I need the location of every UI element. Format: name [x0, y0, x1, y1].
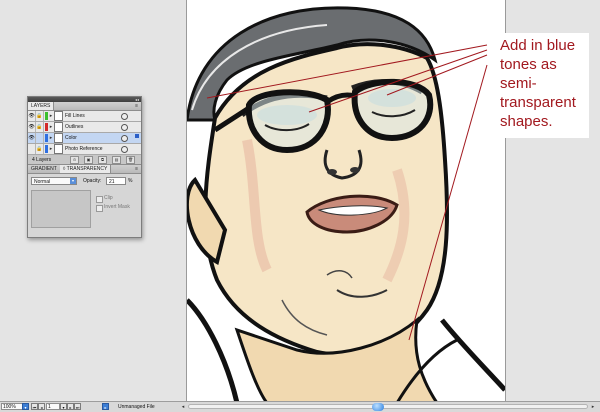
layer-name: Outlines [65, 124, 84, 130]
tab-layers[interactable]: LAYERS [28, 102, 55, 110]
layer-row[interactable]: 👁 🔒 ▸ Outlines [28, 122, 141, 133]
clip-checkbox[interactable] [96, 196, 103, 203]
zoom-field[interactable]: 100% [1, 403, 23, 410]
layers-transparency-panel[interactable]: ◂◂ LAYERS ≡ 👁 🔒 ▸ Fill Lines 👁 🔒 ▸ Outlines 👁 ▸ Co… [27, 96, 142, 238]
horizontal-scrollbar[interactable] [188, 404, 588, 409]
annotation-callout: Add in blue tones as semi-transparent sh… [496, 33, 589, 138]
previous-artboard-icon[interactable]: ◂ [38, 403, 45, 410]
lock-icon[interactable] [36, 133, 44, 143]
delete-layer-icon[interactable]: 🗑 [126, 156, 135, 164]
zoom-dropdown-icon[interactable]: ▾ [22, 403, 29, 410]
face-illustration [187, 6, 505, 403]
opacity-label: Opacity: [83, 178, 102, 184]
visibility-eye-icon[interactable] [28, 144, 36, 154]
lock-icon[interactable]: 🔒 [36, 111, 44, 121]
last-artboard-icon[interactable]: ⏭ [74, 403, 81, 410]
artboard-number-field[interactable]: 1 [46, 403, 60, 410]
tab-gradient[interactable]: GRADIENT [28, 165, 60, 173]
target-circle-icon[interactable] [121, 135, 128, 142]
layer-name: Fill Lines [65, 113, 85, 119]
first-artboard-icon[interactable]: ⏮ [31, 403, 38, 410]
layer-name: Color [65, 135, 77, 141]
clip-label: Clip [104, 195, 113, 201]
transparency-body: Normal ▾ Opacity: 21 % Clip Invert Mask [28, 174, 141, 240]
layer-row[interactable]: 🔒 ▸ Photo Reference [28, 144, 141, 155]
layer-row[interactable]: 👁 ▸ Color [28, 133, 141, 144]
chevron-down-icon[interactable]: ▾ [70, 178, 76, 184]
next-artboard-icon[interactable]: ▸ [67, 403, 74, 410]
layers-footer: 4 Layers ⊙ ▣ ⧉ ▤ 🗑 [28, 155, 141, 165]
scrollbar-thumb[interactable] [372, 403, 384, 411]
new-layer-icon[interactable]: ▤ [112, 156, 121, 164]
transparency-menu-icon[interactable]: ≡ [135, 165, 138, 173]
make-clipping-mask-icon[interactable]: ▣ [84, 156, 93, 164]
visibility-eye-icon[interactable]: 👁 [28, 111, 36, 121]
layer-thumbnail [54, 122, 63, 132]
lock-icon[interactable]: 🔒 [36, 144, 44, 154]
visibility-eye-icon[interactable]: 👁 [28, 133, 36, 143]
new-sublayer-icon[interactable]: ⧉ [98, 156, 107, 164]
scroll-left-icon[interactable]: ◂ [180, 404, 186, 410]
layer-row[interactable]: 👁 🔒 ▸ Fill Lines [28, 111, 141, 122]
blend-mode-value: Normal [34, 179, 51, 185]
artboard[interactable] [186, 0, 506, 403]
tab-transparency[interactable]: ◊ TRANSPARENCY [59, 165, 112, 173]
target-circle-icon[interactable] [121, 124, 128, 131]
blend-mode-select[interactable]: Normal ▾ [31, 177, 77, 185]
transparency-tab-row: GRADIENT ◊ TRANSPARENCY ≡ [28, 165, 141, 174]
layer-count: 4 Layers [32, 156, 52, 163]
layer-thumbnail [54, 111, 63, 121]
opacity-input[interactable]: 21 [106, 177, 126, 185]
status-menu-icon[interactable]: ▸ [102, 403, 109, 410]
artboard-dropdown-icon[interactable]: ▾ [60, 403, 67, 410]
target-circle-icon[interactable] [121, 113, 128, 120]
layer-list: 👁 🔒 ▸ Fill Lines 👁 🔒 ▸ Outlines 👁 ▸ Color 🔒 ▸ Photo R… [28, 111, 141, 155]
layer-thumbnail [54, 144, 63, 154]
target-circle-icon[interactable] [121, 146, 128, 153]
layers-tab-row: LAYERS ≡ [28, 102, 141, 111]
panel-menu-icon[interactable]: ≡ [135, 102, 138, 110]
scroll-right-icon[interactable]: ▸ [590, 404, 596, 410]
opacity-unit: % [128, 178, 133, 184]
selection-indicator-icon [135, 134, 139, 138]
visibility-eye-icon[interactable]: 👁 [28, 122, 36, 132]
invert-mask-checkbox[interactable] [96, 205, 103, 212]
status-bar: 100% ▾ ⏮ ◂ 1 ▾ ▸ ⏭ Unmanaged File ▸ ◂ ▸ [0, 401, 600, 412]
annotation-text: Add in blue tones as semi-transparent sh… [500, 37, 576, 130]
lock-icon[interactable]: 🔒 [36, 122, 44, 132]
locate-object-icon[interactable]: ⊙ [70, 156, 79, 164]
layer-thumbnail [54, 133, 63, 143]
opacity-mask-thumbnail[interactable] [31, 190, 91, 228]
layer-name: Photo Reference [65, 146, 103, 152]
invert-mask-label: Invert Mask [104, 204, 130, 210]
